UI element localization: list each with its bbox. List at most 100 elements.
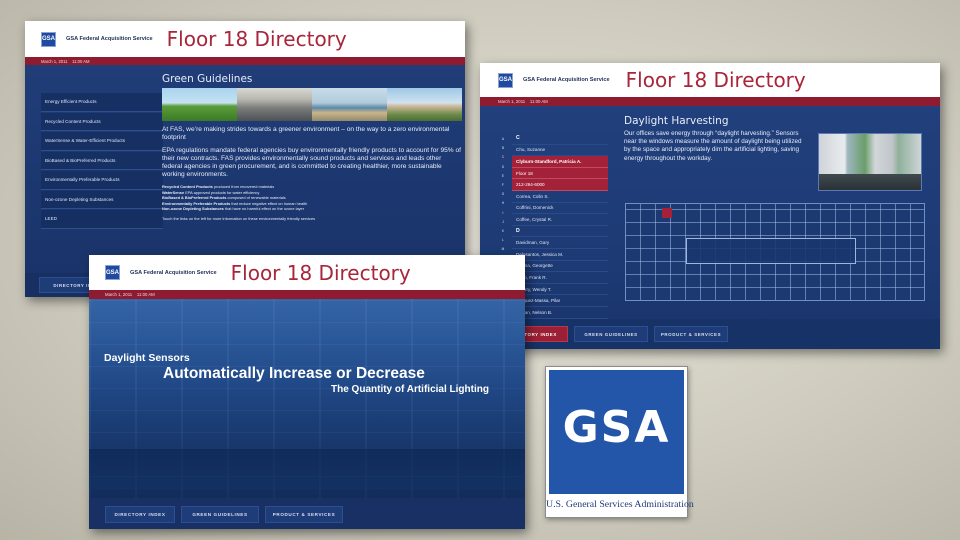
page-title: Floor 18 Directory <box>625 68 806 92</box>
landscape-photo <box>162 88 237 121</box>
alphabet-letter-i[interactable]: I <box>498 209 508 218</box>
gsa-logo-small: GSA <box>105 265 120 280</box>
directory-list: C Chu, Suzanne Clyburn-Standford, Patricia… <box>512 133 608 319</box>
menu-item-biobased[interactable]: BioBased & BioPreferred Products <box>41 151 163 170</box>
alphabet-letter-k[interactable]: K <box>498 227 508 236</box>
directory-entry[interactable]: Delosantos, Jessica M. <box>512 249 608 261</box>
gsa-logo-caption: U.S. General Services Administration <box>546 499 694 510</box>
floor-core <box>686 238 856 264</box>
directory-entry[interactable]: ...atina, Georgette <box>512 261 608 273</box>
date-bar: March 1, 2011 11:00 AM <box>89 290 525 299</box>
gsa-logo-field: GSA <box>549 370 684 494</box>
alphabet-letter-c[interactable]: C <box>498 153 508 162</box>
org-name: GSA Federal Acquisition Service <box>130 269 217 276</box>
menu-item-recycled[interactable]: Recycled Content Products <box>41 112 163 131</box>
alphabet-letter-l[interactable]: L <box>498 236 508 245</box>
gsa-logo-small: GSA <box>498 72 513 88</box>
gsa-logo: GSA U.S. General Services Administration <box>545 366 694 518</box>
product-services-button[interactable]: PRODUCT & SERVICES <box>654 326 728 342</box>
office-photo <box>818 133 922 191</box>
org-name: GSA Federal Acquisition Service <box>66 36 153 42</box>
city-photo <box>237 88 312 121</box>
definition-term: WaterSense <box>162 189 185 195</box>
menu-item-leed[interactable]: LEED <box>41 210 163 229</box>
directory-entry[interactable]: ...ncan, Nelson B. <box>512 307 608 319</box>
org-name: GSA Federal Acquisition Service <box>523 77 610 83</box>
menu-item-energy[interactable]: Energy Efficient Products <box>41 93 163 112</box>
alphabet-letter-e[interactable]: E <box>498 172 508 181</box>
green-guidelines-button[interactable]: GREEN GUIDELINES <box>574 326 648 342</box>
definition-text: that have no harmful effect on the ozone… <box>224 206 305 211</box>
gsa-logo-letters: GSA <box>562 402 671 453</box>
definition-row: Non-ozone Depleting Substances that have… <box>162 206 462 212</box>
date-bar: March 1, 2011 11:00 AM <box>480 97 940 106</box>
photo-strip <box>162 88 462 121</box>
green-menu: Energy Efficient Products Recycled Conte… <box>41 93 163 230</box>
definition-text: composed of renewable materials <box>227 195 286 200</box>
date-time: March 1, 2011 11:00 AM <box>41 58 90 64</box>
touch-note: Touch the links on the left for more inf… <box>162 215 316 221</box>
definition-text: produced from recovered materials <box>213 184 275 189</box>
alphabet-letter-f[interactable]: F <box>498 181 508 190</box>
directory-entry[interactable]: ...berry, Wendy T. <box>512 284 608 296</box>
alphabet-letter-m[interactable]: M <box>498 245 508 254</box>
green-guidelines-button[interactable]: GREEN GUIDELINES <box>181 505 259 523</box>
definition-text: EPA approved products for water efficien… <box>185 189 260 195</box>
definition-term: BioBased & BioPreferred Products <box>162 195 227 200</box>
gsa-logo-small: GSA <box>41 31 56 47</box>
directory-letter-heading: D <box>512 226 608 238</box>
directory-index-button[interactable]: DIRECTORY INDEX <box>105 505 175 523</box>
directory-entry[interactable]: ...inguez-Massa, Pilar <box>512 295 608 307</box>
directory-entry[interactable]: Chu, Suzanne <box>512 145 608 157</box>
screen-header: GSA GSA Federal Acquisition Service Floo… <box>89 255 525 290</box>
product-services-button[interactable]: PRODUCT & SERVICES <box>265 505 343 523</box>
section-heading: Daylight Harvesting <box>624 115 729 127</box>
floor-plan-map[interactable] <box>625 203 925 301</box>
message-line-3: The Quantity of Artificial Lighting <box>331 384 489 395</box>
alphabet-letter-b[interactable]: B <box>498 144 508 153</box>
green-content: Green Guidelines At FAS, we’re making st… <box>162 73 462 221</box>
page-title: Floor 18 Directory <box>166 27 347 51</box>
definition-term: Recycled Content Products <box>162 184 213 189</box>
definition-term: Non-ozone Depleting Substances <box>162 206 224 211</box>
bottom-nav: ...CTORY INDEX GREEN GUIDELINES PRODUCT … <box>480 319 940 349</box>
bottom-nav: DIRECTORY INDEX GREEN GUIDELINES PRODUCT… <box>89 499 525 529</box>
desk-shape <box>819 174 921 190</box>
menu-item-preferable[interactable]: Environmentally Preferable Products <box>41 171 163 190</box>
alphabet-letter-g[interactable]: G <box>498 190 508 199</box>
houses-photo <box>387 88 462 121</box>
menu-item-nonozone[interactable]: Non-ozone Depleting Substances <box>41 190 163 209</box>
directory-entry[interactable]: Coffrini, Domenick <box>512 203 608 215</box>
date-time: March 1, 2011 11:00 AM <box>105 292 155 297</box>
screen-header: GSA GSA Federal Acquisition Service Floo… <box>25 21 465 57</box>
menu-item-watersense[interactable]: WaterSense & Water-Efficient Products <box>41 132 163 151</box>
message-line-1: Daylight Sensors <box>104 352 190 364</box>
alphabet-letter-a[interactable]: A <box>498 135 508 144</box>
date-bar: March 1, 2011 11:00 AM <box>25 57 465 65</box>
directory-entry[interactable]: Davidman, Gary <box>512 237 608 249</box>
daylight-sensors-screen: GSA GSA Federal Acquisition Service Floo… <box>89 255 525 529</box>
body-text: EPA regulations mandate federal agencies… <box>162 147 461 178</box>
directory-entry[interactable]: ...Dio, Frank R. <box>512 272 608 284</box>
daylight-content: Daylight Harvesting Our offices save ene… <box>624 115 806 163</box>
body-text: Our offices save energy through “dayligh… <box>624 130 802 162</box>
directory-entry-detail: 212-264-6000 <box>512 179 608 191</box>
directory-entry-detail: Floor 18 <box>512 167 608 180</box>
pier-photo <box>312 88 387 121</box>
directory-letter-heading: C <box>512 133 608 145</box>
alphabet-letter-h[interactable]: H <box>498 199 508 208</box>
directory-entry[interactable]: Correa, Colin S. <box>512 191 608 203</box>
definition-text: that reduce negative effect on human hea… <box>231 200 308 206</box>
daylight-harvesting-screen: GSA GSA Federal Acquisition Service Floo… <box>480 63 940 349</box>
page-title: Floor 18 Directory <box>230 260 411 285</box>
section-heading: Green Guidelines <box>162 73 253 85</box>
intro-text: At FAS, we’re making strides towards a g… <box>162 126 450 141</box>
office-furniture <box>89 449 525 489</box>
screen-header: GSA GSA Federal Acquisition Service Floo… <box>480 63 940 97</box>
alphabet-letter-j[interactable]: J <box>498 218 508 227</box>
directory-entry[interactable]: Coffee, Crystal R. <box>512 214 608 226</box>
alphabet-letter-d[interactable]: D <box>498 163 508 172</box>
office-background-image <box>89 299 525 499</box>
definition-term: Environmentally Preferable Products <box>162 200 231 206</box>
directory-entry-selected[interactable]: Clyburn-Standford, Patricia A. <box>512 156 608 168</box>
